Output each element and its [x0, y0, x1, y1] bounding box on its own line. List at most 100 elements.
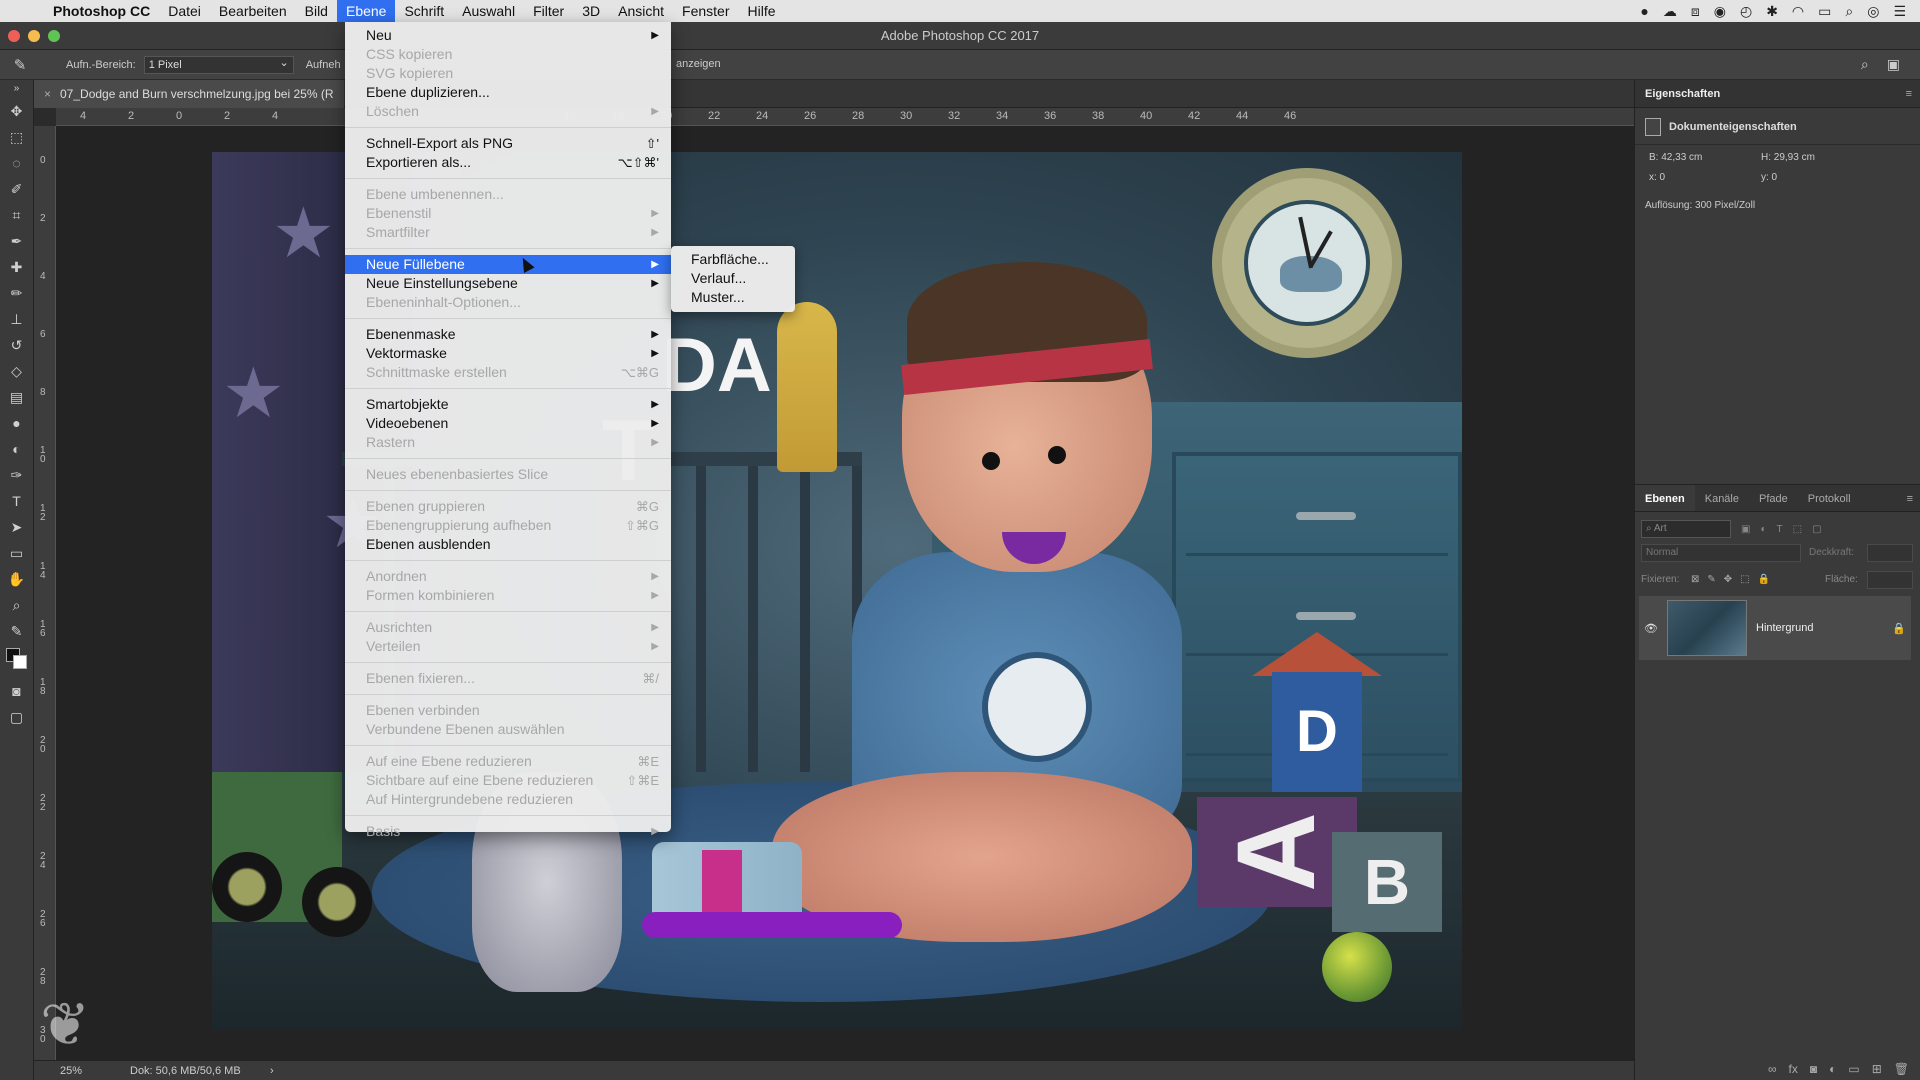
dropbox-icon[interactable]: ⧈: [1691, 3, 1700, 20]
record-icon[interactable]: ●: [1640, 3, 1648, 19]
submenu-item-muster[interactable]: Muster...: [671, 288, 795, 307]
filter-pixel-icon[interactable]: ▣: [1741, 524, 1750, 535]
layer-row[interactable]: 👁 Hintergrund 🔒: [1639, 596, 1911, 660]
notification-center-icon[interactable]: ☰: [1893, 3, 1906, 20]
link-layers-icon[interactable]: ∞: [1768, 1058, 1777, 1080]
lasso-tool-icon[interactable]: ◌: [0, 150, 33, 176]
type-tool-icon[interactable]: T: [0, 488, 33, 514]
minimize-window-button[interactable]: [28, 30, 40, 42]
close-tab-icon[interactable]: ×: [44, 80, 51, 108]
menu-item-neue-einstellungsebene[interactable]: Neue Einstellungsebene ▶: [345, 274, 671, 293]
time-machine-icon[interactable]: ◴: [1740, 3, 1752, 20]
new-group-icon[interactable]: ▭: [1848, 1058, 1859, 1080]
healing-brush-tool-icon[interactable]: ✚: [0, 254, 33, 280]
menu-3d[interactable]: 3D: [573, 0, 609, 22]
eyedropper-preset-icon[interactable]: ✎: [0, 56, 40, 74]
tab-protokoll[interactable]: Protokoll: [1798, 485, 1861, 511]
menu-item-neu[interactable]: Neu ▶: [345, 26, 671, 45]
submenu-item-verlauf[interactable]: Verlauf...: [671, 269, 795, 288]
submenu-item-farbfläche[interactable]: Farbfläche...: [671, 250, 795, 269]
layer-name[interactable]: Hintergrund: [1756, 622, 1887, 634]
brush-tool-icon[interactable]: ✏: [0, 280, 33, 306]
filter-shape-icon[interactable]: ⬚: [1793, 524, 1802, 535]
airplay-icon[interactable]: ▭: [1818, 3, 1831, 20]
filter-adjustment-icon[interactable]: ◐: [1760, 524, 1766, 535]
history-brush-tool-icon[interactable]: ↺: [0, 332, 33, 358]
zoom-window-button[interactable]: [48, 30, 60, 42]
filter-type-icon[interactable]: T: [1777, 524, 1783, 535]
close-window-button[interactable]: [8, 30, 20, 42]
lock-icons[interactable]: ⊠✎✥⬚🔒: [1691, 570, 1778, 590]
spotlight-search-icon[interactable]: ⌕: [1845, 3, 1853, 20]
tab-ebenen[interactable]: Ebenen: [1635, 485, 1695, 511]
sample-size-select[interactable]: 1 Pixel: [143, 55, 294, 74]
tab-kan-le[interactable]: Kanäle: [1695, 485, 1749, 511]
opacity-input[interactable]: [1867, 544, 1913, 562]
menu-ansicht[interactable]: Ansicht: [609, 0, 673, 22]
filter-smart-object-icon[interactable]: ▢: [1812, 524, 1821, 535]
menu-hilfe[interactable]: Hilfe: [739, 0, 785, 22]
menu-item-ebenenmaske[interactable]: Ebenenmaske ▶: [345, 325, 671, 344]
eraser-tool-icon[interactable]: ◇: [0, 358, 33, 384]
menu-item-neue-füllebene[interactable]: Neue Füllebene ▶: [345, 255, 671, 274]
document-tab[interactable]: × 07_Dodge and Burn verschmelzung.jpg be…: [34, 80, 344, 108]
delete-layer-icon[interactable]: 🗑: [1894, 1058, 1909, 1080]
background-color-swatch[interactable]: [13, 655, 27, 669]
menu-item-exportieren-als[interactable]: Exportieren als... ⌥⇧⌘': [345, 153, 671, 172]
layer-style-icon[interactable]: fx: [1789, 1058, 1798, 1080]
layer-filter-select[interactable]: ⌕ Art: [1641, 520, 1731, 538]
color-sampler-tool-icon[interactable]: ✎: [0, 618, 33, 644]
add-mask-icon[interactable]: ◙: [1810, 1058, 1817, 1080]
vertical-ruler[interactable]: 024681 01 21 41 61 82 02 22 42 62 83 0: [34, 126, 56, 1060]
menu-item-ebene-duplizieren[interactable]: Ebene duplizieren...: [345, 83, 671, 102]
hand-tool-icon[interactable]: ✋: [0, 566, 33, 592]
marquee-tool-icon[interactable]: ⬚: [0, 124, 33, 150]
bluetooth-icon[interactable]: ✱: [1766, 3, 1778, 20]
panel-menu-icon[interactable]: ≡: [1906, 80, 1912, 108]
zoom-tool-icon[interactable]: ⌕: [0, 592, 33, 618]
menu-app-name[interactable]: Photoshop CC: [44, 0, 159, 22]
sync-icon[interactable]: ◉: [1714, 3, 1726, 20]
menu-ebene[interactable]: Ebene: [336, 0, 396, 22]
panel-menu-icon[interactable]: ≡: [1907, 485, 1913, 513]
siri-icon[interactable]: ◎: [1867, 3, 1879, 20]
move-tool-icon[interactable]: ✥: [0, 98, 33, 124]
visibility-eye-icon[interactable]: 👁: [1639, 622, 1663, 635]
menu-fenster[interactable]: Fenster: [673, 0, 738, 22]
menu-auswahl[interactable]: Auswahl: [453, 0, 524, 22]
horizontal-ruler[interactable]: 4202416182022242628303234363840424446: [56, 108, 1634, 126]
wifi-icon[interactable]: ◠: [1792, 3, 1804, 20]
rectangle-tool-icon[interactable]: ▭: [0, 540, 33, 566]
quick-mask-icon[interactable]: ◙: [0, 678, 33, 704]
menu-item-ebenen-ausblenden[interactable]: Ebenen ausblenden: [345, 535, 671, 554]
status-menu-arrow-icon[interactable]: ›: [270, 1061, 274, 1080]
canvas-area[interactable]: ★ ★ ★ DA T: [56, 126, 1634, 1060]
blur-tool-icon[interactable]: ●: [0, 410, 33, 436]
fill-input[interactable]: [1867, 571, 1913, 589]
quick-select-tool-icon[interactable]: ✐: [0, 176, 33, 202]
crop-tool-icon[interactable]: ⌗: [0, 202, 33, 228]
menu-item-vektormaske[interactable]: Vektormaske ▶: [345, 344, 671, 363]
new-adjustment-icon[interactable]: ◐: [1829, 1058, 1836, 1080]
path-select-tool-icon[interactable]: ➤: [0, 514, 33, 540]
menu-datei[interactable]: Datei: [159, 0, 210, 22]
menu-bild[interactable]: Bild: [296, 0, 337, 22]
dodge-tool-icon[interactable]: ◐: [0, 436, 33, 462]
menu-item-videoebenen[interactable]: Videoebenen ▶: [345, 414, 671, 433]
tab-pfade[interactable]: Pfade: [1749, 485, 1798, 511]
color-swatches[interactable]: [0, 644, 33, 678]
blend-mode-select[interactable]: Normal: [1641, 544, 1801, 562]
zoom-level[interactable]: 25%: [60, 1061, 82, 1080]
menu-item-smartobjekte[interactable]: Smartobjekte ▶: [345, 395, 671, 414]
menu-filter[interactable]: Filter: [524, 0, 573, 22]
properties-panel-title[interactable]: Eigenschaften: [1645, 88, 1720, 100]
menu-schrift[interactable]: Schrift: [395, 0, 453, 22]
pen-tool-icon[interactable]: ✑: [0, 462, 33, 488]
creative-cloud-icon[interactable]: ☁: [1663, 3, 1677, 20]
eyedropper-tool-icon[interactable]: ✒: [0, 228, 33, 254]
menu-item-schnell-export-als-png[interactable]: Schnell-Export als PNG ⇧': [345, 134, 671, 153]
gradient-tool-icon[interactable]: ▤: [0, 384, 33, 410]
collapse-toolbar-icon[interactable]: »: [0, 80, 33, 98]
new-layer-icon[interactable]: ⊞: [1872, 1058, 1882, 1080]
menu-bearbeiten[interactable]: Bearbeiten: [210, 0, 296, 22]
